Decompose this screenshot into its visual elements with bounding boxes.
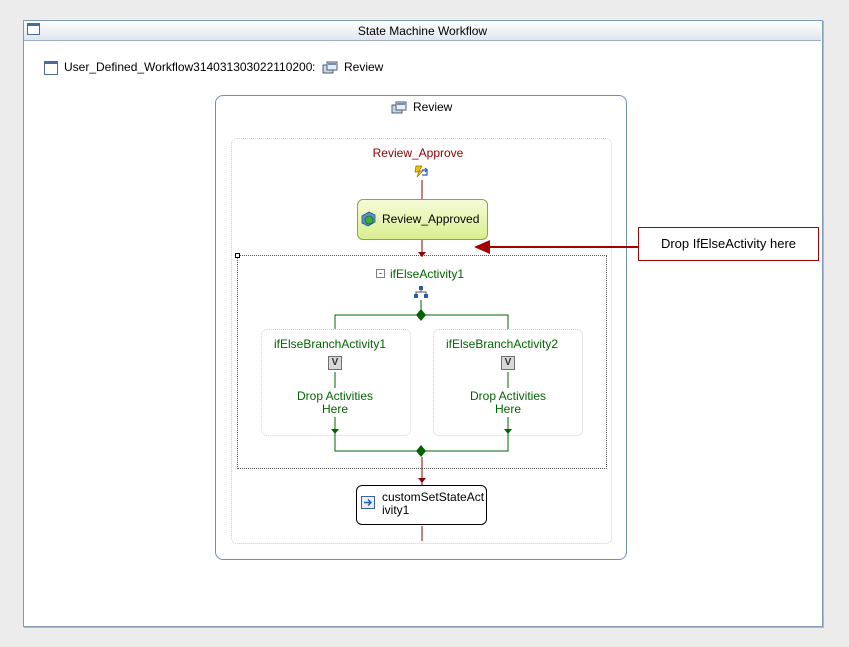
callout-text: Drop IfElseActivity here: [660, 236, 797, 251]
connector-lines: [331, 180, 638, 541]
